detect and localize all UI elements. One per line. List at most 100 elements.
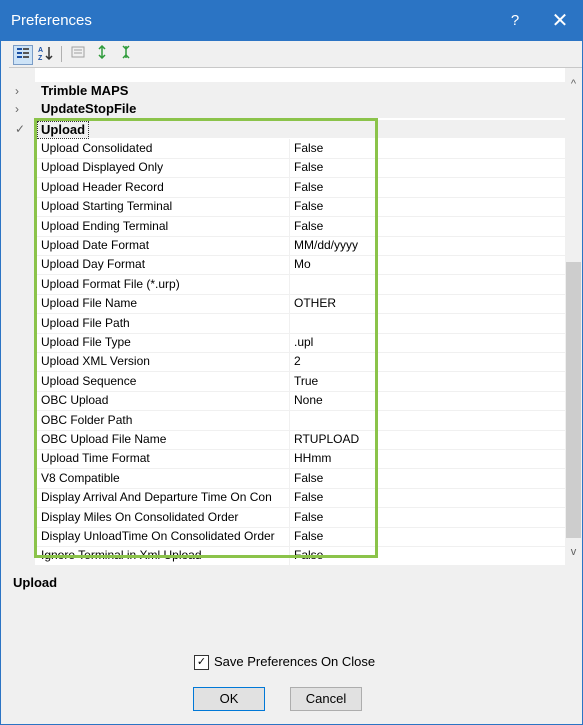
property-row[interactable]: Display UnloadTime On Consolidated Order… [35, 527, 565, 547]
property-row[interactable]: OBC Folder Path [35, 410, 565, 431]
property-row[interactable]: Upload Displayed Only False [35, 158, 565, 179]
column-divider[interactable] [289, 371, 290, 391]
column-divider[interactable] [289, 216, 290, 236]
property-value[interactable]: .upl [294, 335, 564, 349]
column-divider[interactable] [289, 139, 290, 158]
property-value[interactable]: 2 [294, 354, 564, 368]
column-divider[interactable] [289, 274, 290, 294]
category-trimble-maps[interactable]: › Trimble MAPS [9, 82, 565, 100]
property-value[interactable]: None [294, 393, 564, 407]
property-value[interactable]: Mo [294, 257, 564, 271]
column-divider[interactable] [289, 488, 290, 508]
column-divider[interactable] [289, 236, 290, 255]
property-row[interactable]: Upload File Path [35, 313, 565, 334]
property-value[interactable]: True [294, 374, 564, 388]
collapsed-chevron-icon[interactable]: › [15, 82, 29, 100]
column-divider[interactable] [289, 468, 290, 488]
vertical-scrollbar[interactable]: ^ v [565, 68, 582, 565]
property-row[interactable]: Upload File Type .upl [35, 333, 565, 353]
property-value[interactable]: False [294, 529, 564, 543]
property-name: OBC Folder Path [41, 412, 133, 427]
expanded-chevron-icon[interactable]: ✓ [15, 120, 29, 138]
category-label: UpdateStopFile [41, 101, 137, 116]
property-name: Upload Consolidated [41, 141, 153, 155]
column-divider[interactable] [289, 333, 290, 352]
column-divider[interactable] [289, 294, 290, 314]
property-row[interactable]: Upload Starting Terminal False [35, 197, 565, 218]
category-upload[interactable]: ✓ Upload [9, 120, 565, 139]
property-name: Upload File Name [41, 296, 138, 311]
scrollbar-thumb[interactable] [566, 262, 581, 538]
property-name: Display UnloadTime On Consolidated Order [41, 529, 275, 543]
dialog-footer: ✓ Save Preferences On Close OK Cancel [9, 642, 582, 724]
property-row[interactable]: Upload Format File (*.urp) [35, 274, 565, 295]
property-name: Upload File Path [41, 315, 130, 330]
property-pages-icon[interactable] [69, 45, 87, 63]
column-divider[interactable] [289, 313, 290, 333]
column-divider[interactable] [289, 197, 290, 217]
svg-text:Z: Z [38, 55, 43, 61]
property-row[interactable]: Upload XML Version 2 [35, 352, 565, 373]
property-row[interactable]: Upload Ending Terminal False [35, 216, 565, 237]
column-divider[interactable] [289, 430, 290, 449]
close-button[interactable]: ✕ [538, 1, 582, 41]
property-row[interactable]: OBC Upload None [35, 391, 565, 412]
column-divider[interactable] [289, 391, 290, 411]
help-button[interactable]: ? [492, 1, 538, 41]
property-row[interactable]: Upload Consolidated False [35, 139, 565, 159]
property-value[interactable]: False [294, 548, 564, 562]
property-value[interactable]: RTUPLOAD [294, 432, 564, 446]
category-update-stop-file[interactable]: › UpdateStopFile [9, 100, 565, 118]
column-divider[interactable] [289, 255, 290, 275]
property-row[interactable]: Display Arrival And Departure Time On Co… [35, 488, 565, 509]
alphabetical-sort-icon[interactable]: AZ [37, 45, 55, 63]
property-value[interactable]: HHmm [294, 451, 564, 465]
property-value[interactable]: False [294, 180, 564, 194]
property-name: V8 Compatible [41, 470, 120, 485]
property-row[interactable]: V8 Compatible False [35, 468, 565, 489]
property-name: Upload Date Format [41, 238, 150, 252]
property-row[interactable]: OBC Upload File Name RTUPLOAD [35, 430, 565, 450]
collapsed-chevron-icon[interactable]: › [15, 100, 29, 118]
property-name: Upload Ending Terminal [41, 218, 169, 233]
property-value[interactable]: False [294, 160, 564, 174]
property-value[interactable]: OTHER [294, 296, 564, 310]
property-value[interactable]: False [294, 219, 564, 233]
save-preferences-label[interactable]: Save Preferences On Close [214, 654, 375, 670]
cancel-button[interactable]: Cancel [290, 687, 362, 711]
column-divider[interactable] [289, 546, 290, 565]
scroll-up-arrow-icon[interactable]: ^ [565, 78, 582, 95]
property-value[interactable]: False [294, 199, 564, 213]
property-value[interactable]: MM/dd/yyyy [294, 238, 564, 252]
property-row[interactable]: Upload Header Record False [35, 177, 565, 198]
property-row[interactable]: Upload Sequence True [35, 371, 565, 392]
ok-button[interactable]: OK [193, 687, 265, 711]
column-divider[interactable] [289, 449, 290, 469]
property-pages-icon [71, 46, 85, 58]
property-name: Upload Format File (*.urp) [41, 276, 180, 291]
collapse-all-icon[interactable] [117, 45, 135, 63]
property-value[interactable]: False [294, 490, 564, 504]
property-value[interactable]: False [294, 141, 564, 155]
scroll-down-arrow-icon[interactable]: v [565, 546, 582, 563]
column-divider[interactable] [289, 410, 290, 430]
column-divider[interactable] [289, 527, 290, 546]
property-row[interactable]: Upload Date Format MM/dd/yyyy [35, 236, 565, 256]
column-divider[interactable] [289, 158, 290, 178]
title-bar[interactable]: Preferences ? ✕ [1, 1, 582, 41]
categorized-view-icon[interactable] [13, 45, 33, 65]
column-divider[interactable] [289, 352, 290, 372]
property-row[interactable]: Ignore Terminal in Xml Upload False [35, 546, 565, 565]
property-row[interactable]: Upload File Name OTHER [35, 294, 565, 315]
property-row[interactable]: Upload Day Format Mo [35, 255, 565, 276]
column-divider[interactable] [289, 507, 290, 527]
property-row[interactable]: Display Miles On Consolidated Order False [35, 507, 565, 528]
column-divider[interactable] [289, 177, 290, 197]
toolbar-separator [61, 46, 62, 62]
property-value[interactable]: False [294, 471, 564, 485]
property-row[interactable]: Upload Time Format HHmm [35, 449, 565, 470]
collapse-all-icon [122, 45, 130, 59]
checkmark-icon[interactable]: ✓ [194, 655, 209, 670]
property-value[interactable]: False [294, 510, 564, 524]
expand-all-icon[interactable] [93, 44, 111, 63]
